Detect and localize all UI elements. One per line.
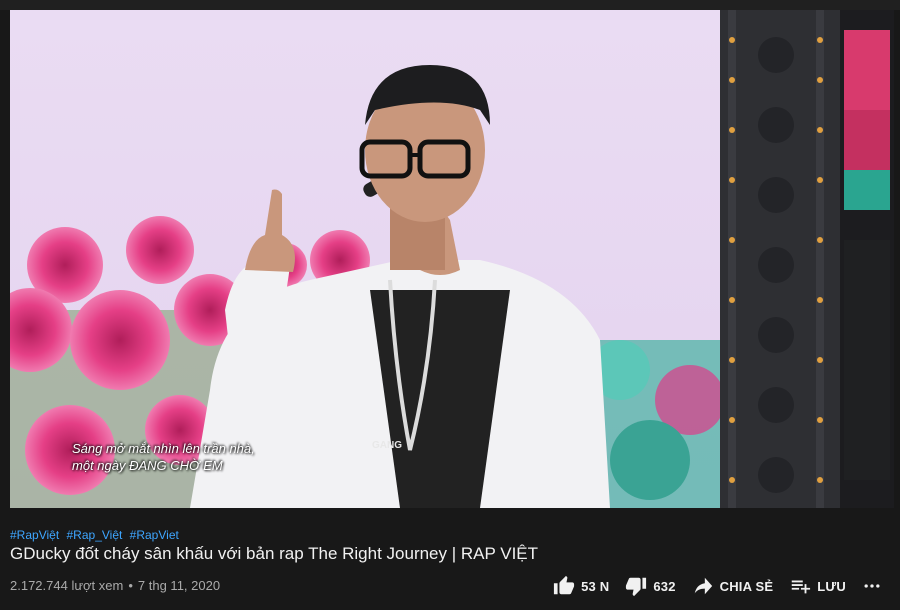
view-count: 2.172.744 lượt xem [10,578,124,593]
like-button[interactable]: 53 N [545,572,617,600]
thumb-down-icon [626,577,647,597]
share-button[interactable]: CHIA SẺ [684,572,782,600]
thumb-up-icon [553,575,575,595]
dislike-count: 632 [653,578,676,594]
action-bar: 53 N 632 CHIA SẺ LƯU [545,572,890,600]
more-horizontal-icon [864,584,880,588]
stage-light-column [720,10,894,508]
hashtag-link[interactable]: #Rap_Việt [67,528,123,542]
more-actions-button[interactable] [854,572,890,600]
hashtag-link[interactable]: #RapViet [130,528,179,542]
dislike-button[interactable]: 632 [617,572,683,600]
video-player[interactable]: GANG Sáng mở mắt nhìn lên trần nhà, một … [10,10,894,508]
playlist-add-icon [792,580,811,594]
shirt-text: GANG [372,440,402,451]
save-label: LƯU [817,578,846,594]
video-subtitle: Sáng mở mắt nhìn lên trần nhà, một ngày … [72,440,332,474]
hashtag-list: #RapViệt #Rap_Việt #RapViet [10,528,183,542]
video-meta: 2.172.744 lượt xem • 7 thg 11, 2020 [10,578,220,593]
share-label: CHIA SẺ [719,578,774,594]
subtitle-line-1: Sáng mở mắt nhìn lên trần nhà, [72,441,255,456]
video-title: GDucky đốt cháy sân khấu với bản rap The… [10,544,539,563]
publish-date: 7 thg 11, 2020 [137,578,221,593]
top-strip [0,0,900,10]
share-arrow-icon [694,577,712,595]
like-count: 53 N [581,578,610,594]
video-frame: GANG [10,10,894,508]
save-button[interactable]: LƯU [781,572,854,600]
subtitle-line-2: một ngày ĐANG CHỜ EM [72,458,223,473]
meta-separator: • [128,578,133,593]
hashtag-link[interactable]: #RapViệt [10,528,59,542]
